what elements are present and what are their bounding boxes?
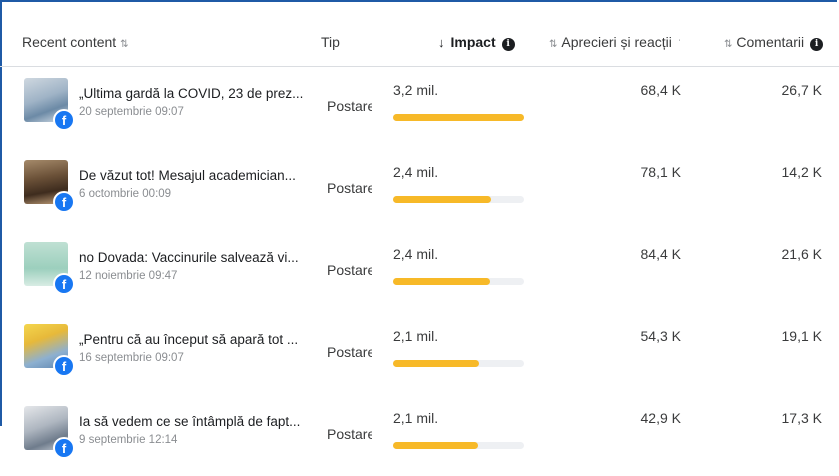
impact-bar-fill xyxy=(393,278,490,285)
post-type: Postare xyxy=(327,98,372,114)
aprecieri-value: 84,4 K xyxy=(640,246,681,262)
post-title[interactable]: „Pentru că au început să apară tot ... xyxy=(79,332,307,347)
post-title[interactable]: „Ultima gardă la COVID, 23 de prez... xyxy=(79,86,307,101)
column-impact[interactable]: ↓ Impact i xyxy=(438,34,515,51)
post-type: Postare xyxy=(327,426,372,442)
table-header: Recent content ⇅ Tip ↓ Impact i ⇅ Aprecieri … xyxy=(0,0,839,67)
table-row[interactable]: f „Ultima gardă la COVID, 23 de prez... … xyxy=(0,66,839,148)
info-icon[interactable]: i xyxy=(810,38,824,51)
column-recent-content[interactable]: Recent content ⇅ xyxy=(22,34,133,50)
post-date: 9 septembrie 12:14 xyxy=(79,434,178,446)
post-title[interactable]: De văzut tot! Mesajul academician... xyxy=(79,168,307,183)
column-tip-label: Tip xyxy=(321,34,340,50)
impact-bar xyxy=(393,196,524,203)
impact-bar-fill xyxy=(393,196,492,203)
sort-icon[interactable]: ⇅ xyxy=(120,39,128,50)
sort-icon[interactable]: ⇅ xyxy=(724,39,732,50)
impact-bar-fill xyxy=(393,442,479,449)
post-title[interactable]: no Dovada: Vaccinurile salvează vi... xyxy=(79,250,307,265)
column-tip[interactable]: Tip xyxy=(321,34,340,50)
column-comentarii[interactable]: ⇅ Comentarii i xyxy=(720,34,824,51)
sort-icon[interactable]: ⇅ xyxy=(549,39,557,50)
comentarii-value: 21,6 K xyxy=(781,246,822,262)
aprecieri-value: 68,4 K xyxy=(640,82,681,98)
info-icon[interactable]: i xyxy=(501,38,515,51)
facebook-icon: f xyxy=(53,355,75,377)
column-comentarii-label: Comentarii xyxy=(736,34,805,50)
aprecieri-value: 42,9 K xyxy=(640,410,681,426)
impact-bar xyxy=(393,442,524,449)
column-aprecieri-label: Aprecieri și reacții xyxy=(561,34,672,50)
impact-value: 2,4 mil. xyxy=(393,246,439,262)
info-icon[interactable]: ˈ xyxy=(678,39,681,50)
sort-descending-icon[interactable]: ↓ xyxy=(438,35,445,50)
facebook-icon: f xyxy=(53,273,75,295)
facebook-icon: f xyxy=(53,437,75,459)
column-aprecieri[interactable]: ⇅ Aprecieri și reacții ˈ xyxy=(545,34,685,50)
table-row[interactable]: f De văzut tot! Mesajul academician... 6… xyxy=(0,148,839,230)
post-type: Postare xyxy=(327,344,372,360)
post-type: Postare xyxy=(327,180,372,196)
post-date: 20 septembrie 09:07 xyxy=(79,106,184,118)
post-title[interactable]: Ia să vedem ce se întâmplă de fapt... xyxy=(79,414,307,429)
facebook-icon: f xyxy=(53,109,75,131)
table-row[interactable]: f no Dovada: Vaccinurile salvează vi... … xyxy=(0,230,839,312)
impact-bar-fill xyxy=(393,360,480,367)
post-date: 6 octombrie 00:09 xyxy=(79,188,172,200)
impact-bar-fill xyxy=(393,114,524,121)
post-type: Postare xyxy=(327,262,372,278)
impact-bar xyxy=(393,360,524,367)
aprecieri-value: 54,3 K xyxy=(640,328,681,344)
post-date: 12 noiembrie 09:47 xyxy=(79,270,178,282)
column-impact-label: Impact xyxy=(450,34,496,50)
column-recent-content-label: Recent content xyxy=(22,34,117,50)
impact-value: 3,2 mil. xyxy=(393,82,439,98)
table-row[interactable]: f „Pentru că au început să apară tot ...… xyxy=(0,312,839,394)
comentarii-value: 17,3 K xyxy=(781,410,822,426)
impact-value: 2,1 mil. xyxy=(393,328,439,344)
aprecieri-value: 78,1 K xyxy=(640,164,681,180)
comentarii-value: 26,7 K xyxy=(781,82,822,98)
facebook-icon: f xyxy=(53,191,75,213)
comentarii-value: 14,2 K xyxy=(781,164,822,180)
table-row[interactable]: f Ia să vedem ce se întâmplă de fapt... … xyxy=(0,394,839,476)
comentarii-value: 19,1 K xyxy=(781,328,822,344)
impact-value: 2,4 mil. xyxy=(393,164,439,180)
impact-bar xyxy=(393,114,524,121)
post-date: 16 septembrie 09:07 xyxy=(79,352,184,364)
impact-bar xyxy=(393,278,524,285)
impact-value: 2,1 mil. xyxy=(393,410,439,426)
